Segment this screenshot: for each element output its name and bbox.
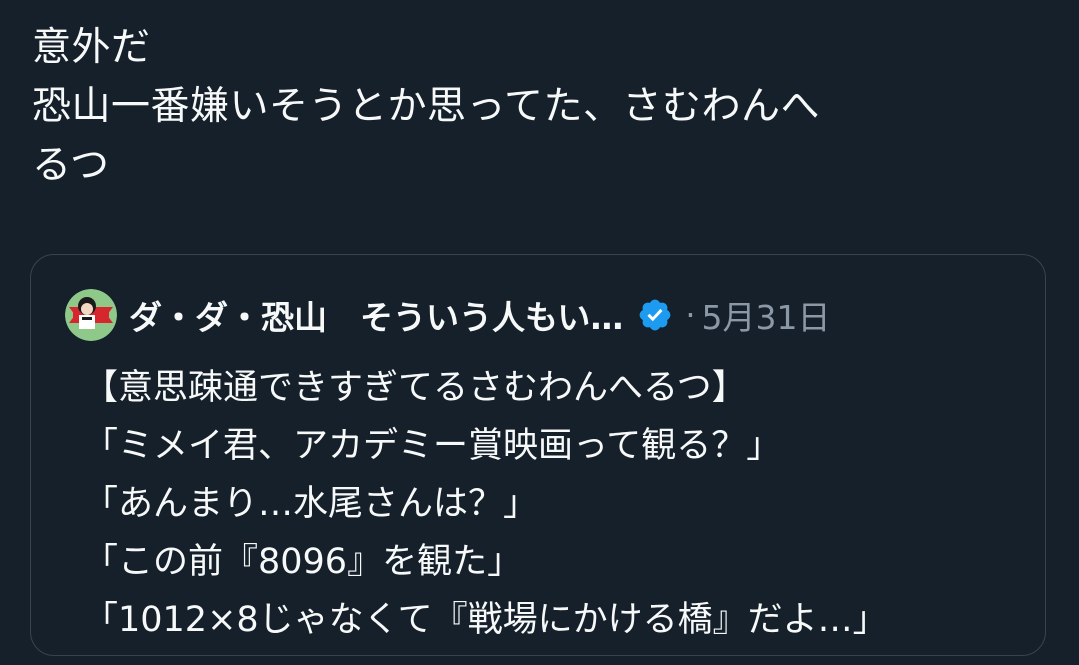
tweet-text-line: 意外だ xyxy=(32,25,151,70)
quoted-body-line: 「この前『8096』を観た」 xyxy=(83,542,523,582)
meta-separator: · xyxy=(685,296,696,334)
quoted-body-line: 【意思疎通できすぎてるさむわんへるつ】 xyxy=(83,368,747,408)
quoted-timestamp[interactable]: 5月31日 xyxy=(702,291,831,339)
verified-badge-icon xyxy=(639,299,671,331)
quoted-tweet-card[interactable]: ダ・ダ・恐山 そういう人もい… · 5月31日 【意思疎通できすぎてるさむわんへ… xyxy=(30,254,1046,656)
quoted-tweet-header: ダ・ダ・恐山 そういう人もい… · 5月31日 xyxy=(65,289,831,341)
avatar-image xyxy=(65,289,117,341)
quoted-display-name[interactable]: ダ・ダ・恐山 そういう人もい… xyxy=(129,291,623,339)
quoted-body-line: 「ミメイ君、アカデミー賞映画って観る？」 xyxy=(83,426,782,466)
tweet-text-line: るつ xyxy=(32,143,110,188)
quoted-body-line: 「1012×8じゃなくて『戦場にかける橋』だよ…」 xyxy=(83,600,888,640)
tweet-text-line: 恐山一番嫌いそうとか思ってた、さむわんへ xyxy=(32,84,821,129)
quoted-tweet-body: 【意思疎通できすぎてるさむわんへるつ】 「ミメイ君、アカデミー賞映画って観る？」… xyxy=(83,359,888,649)
quoted-body-line: 「あんまり…水尾さんは？」 xyxy=(83,484,539,524)
avatar[interactable] xyxy=(65,289,117,341)
tweet-text: 意外だ 恐山一番嫌いそうとか思ってた、さむわんへ るつ xyxy=(32,18,1052,195)
